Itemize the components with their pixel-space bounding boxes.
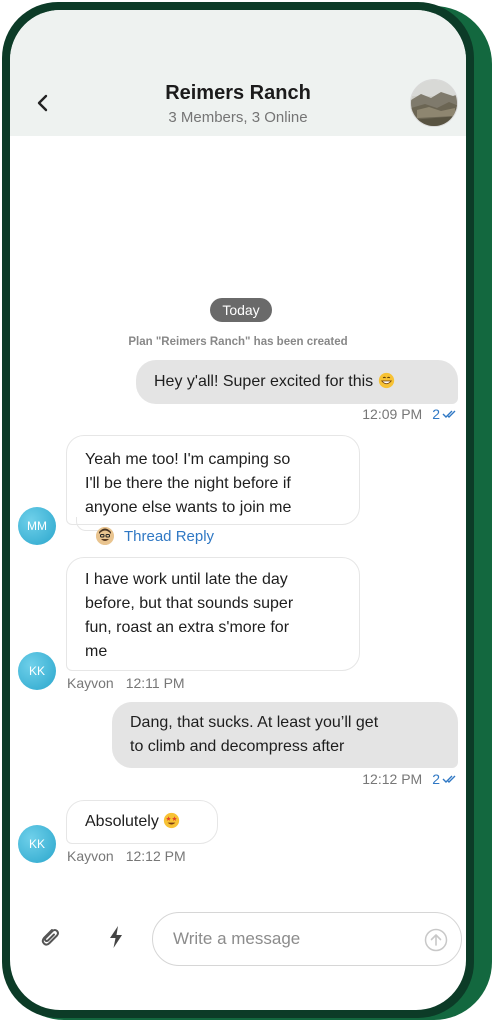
paperclip-icon — [41, 929, 59, 946]
read-receipt: 2 — [432, 406, 458, 422]
message-text: Hey y'all! Super excited for this — [154, 373, 374, 390]
message-meta: Kayvon 12:11 PM — [67, 675, 185, 691]
message-bubble-incoming[interactable]: Yeah me too! I'm camping so I'll be ther… — [66, 435, 360, 525]
star-struck-emoji-icon — [164, 812, 180, 829]
message-meta: Kayvon 12:12 PM — [67, 848, 186, 864]
chat-subtitle: 3 Members, 3 Online — [168, 109, 308, 126]
message-line: to climb and decompress after — [130, 738, 345, 755]
message-meta: 12:12 PM 2 — [362, 771, 458, 787]
sender-name: Kayvon — [67, 848, 114, 864]
sender-name: Kayvon — [67, 675, 114, 691]
message-meta: 12:09 PM 2 — [362, 406, 458, 422]
group-avatar[interactable] — [410, 79, 458, 127]
message-time: 12:12 PM — [125, 848, 186, 864]
chat-screen: Reimers Ranch 3 Members, 3 Online Today … — [10, 10, 466, 1010]
grinning-face-emoji-icon — [378, 372, 394, 389]
avatar[interactable]: KK — [18, 652, 56, 690]
message-time: 12:11 PM — [125, 675, 185, 691]
message-line: Yeah me too! I'm camping so — [85, 451, 291, 468]
message-input[interactable] — [152, 912, 462, 966]
chat-header: Reimers Ranch 3 Members, 3 Online — [10, 10, 466, 136]
read-receipt: 2 — [432, 771, 458, 787]
send-button[interactable] — [424, 928, 448, 952]
message-line: I'll be there the night before if — [85, 475, 291, 492]
quick-action-button[interactable] — [106, 924, 126, 950]
thread-reply-link[interactable]: Thread Reply — [96, 527, 214, 545]
system-message: Plan "Reimers Ranch" has been created — [128, 336, 348, 348]
message-line: anyone else wants to join me — [85, 499, 292, 516]
message-line: before, but that sounds super — [85, 595, 294, 612]
message-line: me — [85, 643, 108, 660]
message-bubble-incoming[interactable]: Absolutely — [66, 800, 218, 844]
message-time: 12:09 PM — [362, 406, 423, 422]
landscape-photo-icon — [411, 80, 457, 126]
date-divider: Today — [210, 298, 272, 322]
thread-reply-label: Thread Reply — [124, 527, 215, 545]
phone-frame: Reimers Ranch 3 Members, 3 Online Today … — [2, 2, 474, 1018]
avatar[interactable]: MM — [18, 507, 56, 545]
chat-title: Reimers Ranch — [165, 82, 311, 104]
message-bubble-outgoing[interactable]: Hey y'all! Super excited for this — [136, 360, 458, 404]
message-bubble-incoming[interactable]: I have work until late the day before, b… — [66, 557, 360, 671]
message-line: I have work until late the day — [85, 571, 288, 588]
message-line: Dang, that sucks. At least you’ll get — [130, 714, 379, 731]
arrow-up-circle-icon — [424, 928, 448, 952]
message-time: 12:12 PM — [362, 771, 423, 787]
message-text: Absolutely — [85, 813, 159, 830]
thread-user-avatar — [96, 527, 114, 545]
message-line: fun, roast an extra s'more for — [85, 619, 290, 636]
read-count: 2 — [432, 771, 440, 787]
avatar[interactable]: KK — [18, 825, 56, 863]
double-check-icon — [442, 410, 456, 418]
double-check-icon — [442, 775, 456, 783]
attach-button[interactable] — [36, 924, 62, 950]
read-count: 2 — [432, 406, 440, 422]
lightning-bolt-icon — [110, 926, 122, 948]
message-bubble-outgoing[interactable]: Dang, that sucks. At least you’ll get to… — [112, 702, 458, 768]
user-face-icon — [96, 527, 114, 545]
